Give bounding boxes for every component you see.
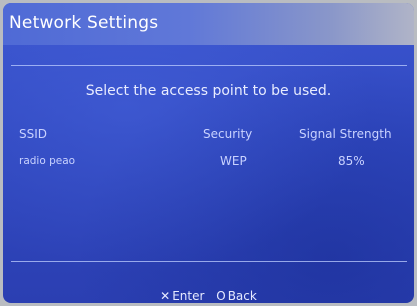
column-header-ssid: SSID [19,127,48,141]
top-divider [11,65,407,66]
circle-button-icon: O [216,289,226,303]
column-header-security: Security [203,127,253,141]
cross-button-icon: ✕ [160,289,171,303]
page-title: Network Settings [9,13,159,33]
access-point-ssid: radio peao [19,155,76,167]
back-hint[interactable]: O Back [216,289,257,303]
column-header-signal-strength: Signal Strength [299,127,392,141]
bottom-divider [11,261,407,262]
access-point-signal-strength: 85% [338,154,365,168]
enter-hint[interactable]: ✕ Enter [160,289,204,303]
back-label: Back [227,289,257,303]
instruction-text: Select the access point to be used. [85,83,332,99]
network-settings-screen: Network Settings Select the access point… [3,3,414,303]
title-bar: Network Settings [3,3,414,45]
access-point-security: WEP [220,154,247,168]
enter-label: Enter [172,289,205,303]
button-hints: ✕ Enter O Back [3,289,414,303]
device-frame: Network Settings Select the access point… [0,0,417,306]
